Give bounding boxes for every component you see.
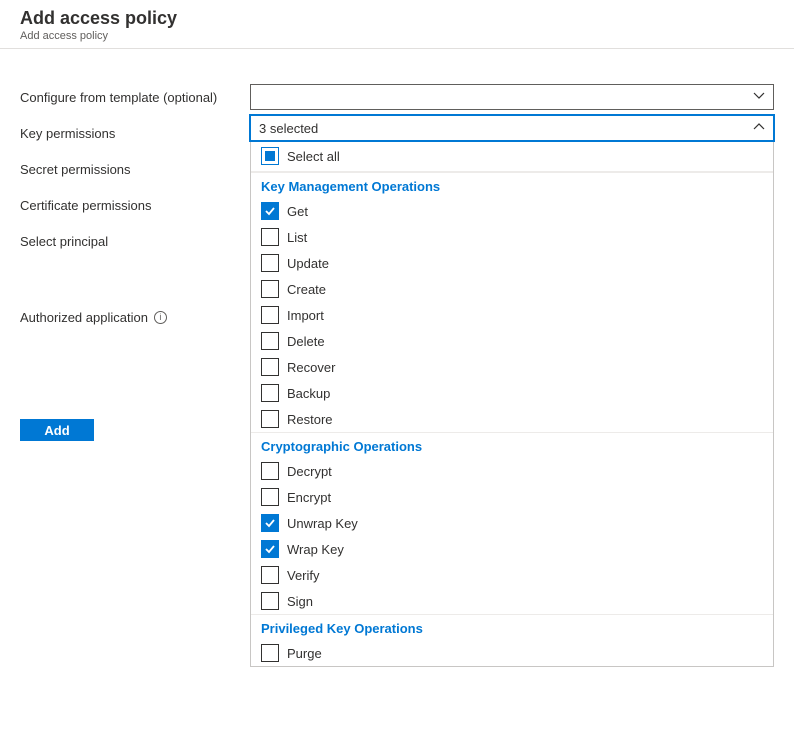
checkbox-unchecked-icon bbox=[261, 280, 279, 298]
dropdown-item[interactable]: Purge bbox=[251, 640, 773, 666]
dropdown-item-label: Import bbox=[287, 308, 324, 323]
dropdown-item-label: Verify bbox=[287, 568, 320, 583]
dropdown-group-header: Privileged Key Operations bbox=[251, 614, 773, 640]
label-certificate-permissions: Certificate permissions bbox=[20, 191, 152, 219]
dropdown-item[interactable]: Encrypt bbox=[251, 484, 773, 510]
page-header: Add access policy Add access policy bbox=[0, 0, 794, 49]
label-key-permissions: Key permissions bbox=[20, 119, 115, 147]
checkbox-unchecked-icon bbox=[261, 410, 279, 428]
checkbox-checked-icon bbox=[261, 514, 279, 532]
select-all-label: Select all bbox=[287, 149, 340, 164]
dropdown-item[interactable]: Decrypt bbox=[251, 458, 773, 484]
checkbox-unchecked-icon bbox=[261, 488, 279, 506]
chevron-up-icon bbox=[753, 121, 765, 136]
dropdown-item-select-all[interactable]: Select all bbox=[251, 141, 773, 172]
label-secret-permissions: Secret permissions bbox=[20, 155, 131, 183]
dropdown-item-label: Get bbox=[287, 204, 308, 219]
label-select-principal: Select principal bbox=[20, 227, 108, 255]
checkbox-unchecked-icon bbox=[261, 228, 279, 246]
dropdown-item-label: Purge bbox=[287, 646, 322, 661]
checkbox-unchecked-icon bbox=[261, 358, 279, 376]
checkbox-unchecked-icon bbox=[261, 384, 279, 402]
dropdown-item[interactable]: Wrap Key bbox=[251, 536, 773, 562]
dropdown-item[interactable]: Restore bbox=[251, 406, 773, 432]
chevron-down-icon bbox=[753, 90, 765, 105]
checkbox-unchecked-icon bbox=[261, 306, 279, 324]
label-configure-template: Configure from template (optional) bbox=[20, 83, 217, 111]
dropdown-item[interactable]: Recover bbox=[251, 354, 773, 380]
dropdown-item-label: Wrap Key bbox=[287, 542, 344, 557]
dropdown-item-label: Decrypt bbox=[287, 464, 332, 479]
dropdown-item[interactable]: Import bbox=[251, 302, 773, 328]
info-icon[interactable]: i bbox=[154, 311, 167, 324]
checkbox-unchecked-icon bbox=[261, 254, 279, 272]
dropdown-group-header: Key Management Operations bbox=[251, 172, 773, 198]
dropdown-item-label: Restore bbox=[287, 412, 333, 427]
dropdown-item[interactable]: Backup bbox=[251, 380, 773, 406]
dropdown-item[interactable]: Create bbox=[251, 276, 773, 302]
checkbox-indeterminate-icon bbox=[261, 147, 279, 165]
dropdown-item-label: Update bbox=[287, 256, 329, 271]
key-permissions-select[interactable]: 3 selected bbox=[250, 115, 774, 141]
dropdown-item-label: Encrypt bbox=[287, 490, 331, 505]
page-title: Add access policy bbox=[20, 8, 774, 29]
key-permissions-selected-text: 3 selected bbox=[259, 121, 318, 136]
checkbox-unchecked-icon bbox=[261, 592, 279, 610]
dropdown-item-label: Backup bbox=[287, 386, 330, 401]
dropdown-item[interactable]: Get bbox=[251, 198, 773, 224]
dropdown-group-header: Cryptographic Operations bbox=[251, 432, 773, 458]
dropdown-item[interactable]: Update bbox=[251, 250, 773, 276]
dropdown-item-label: List bbox=[287, 230, 307, 245]
breadcrumb: Add access policy bbox=[20, 30, 774, 42]
checkbox-unchecked-icon bbox=[261, 332, 279, 350]
dropdown-item[interactable]: Unwrap Key bbox=[251, 510, 773, 536]
checkbox-checked-icon bbox=[261, 202, 279, 220]
dropdown-item[interactable]: Delete bbox=[251, 328, 773, 354]
checkbox-unchecked-icon bbox=[261, 644, 279, 662]
key-permissions-dropdown: Select all Key Management Operations Get L… bbox=[250, 141, 774, 667]
dropdown-item-label: Sign bbox=[287, 594, 313, 609]
add-button[interactable]: Add bbox=[20, 419, 94, 441]
dropdown-item-label: Create bbox=[287, 282, 326, 297]
dropdown-item-label: Delete bbox=[287, 334, 325, 349]
checkbox-unchecked-icon bbox=[261, 462, 279, 480]
configure-template-select[interactable] bbox=[250, 84, 774, 110]
dropdown-item-label: Unwrap Key bbox=[287, 516, 358, 531]
dropdown-item[interactable]: Verify bbox=[251, 562, 773, 588]
dropdown-item[interactable]: Sign bbox=[251, 588, 773, 614]
checkbox-unchecked-icon bbox=[261, 566, 279, 584]
dropdown-item[interactable]: List bbox=[251, 224, 773, 250]
checkbox-checked-icon bbox=[261, 540, 279, 558]
dropdown-item-label: Recover bbox=[287, 360, 335, 375]
label-authorized-application: Authorized application bbox=[20, 303, 148, 331]
